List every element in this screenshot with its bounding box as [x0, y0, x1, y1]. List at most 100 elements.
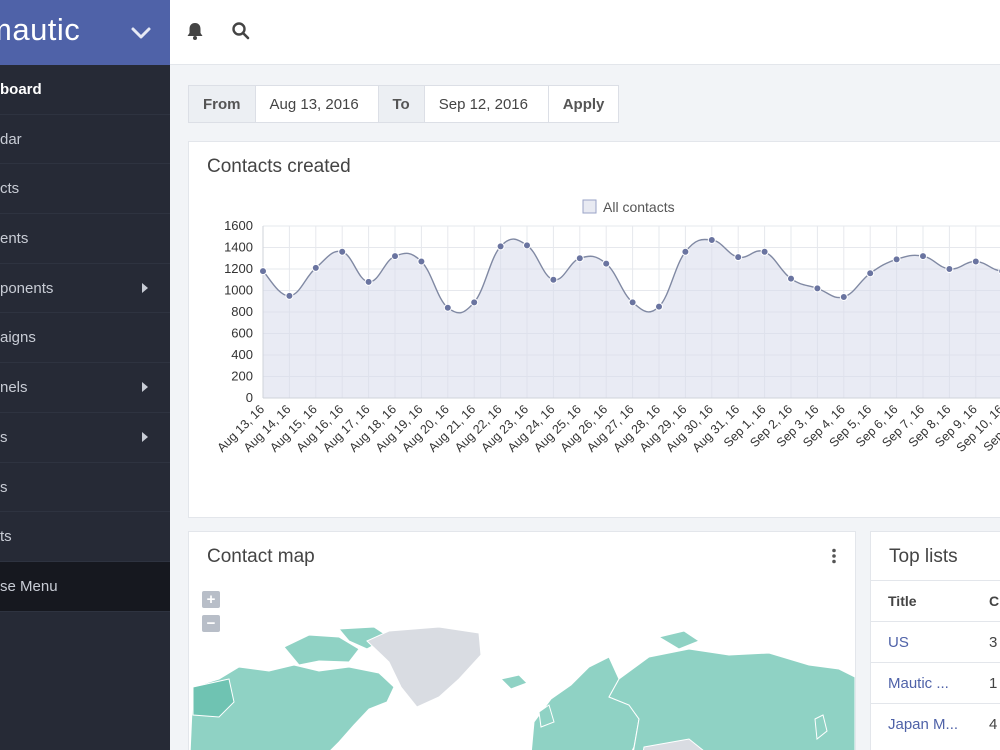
sidebar: mautic board dar cts ents ponents aigns nels s s… [0, 0, 170, 750]
y-tick-label: 0 [246, 390, 253, 405]
data-point [443, 303, 452, 312]
legend-label: All contacts [603, 199, 675, 215]
data-point [919, 252, 927, 261]
table-header-row: Title C [871, 580, 1000, 622]
data-point [602, 259, 611, 268]
top-lists-panel: Top lists Title C US 3 Mautic ... 1 Japa… [870, 531, 1000, 750]
data-point [628, 298, 637, 307]
chevron-right-icon [142, 382, 148, 393]
data-point [866, 269, 875, 278]
sidebar-item-label: s [0, 478, 8, 496]
sidebar-item-dashboard[interactable]: board [0, 65, 170, 115]
map-region-europe [530, 656, 640, 750]
y-tick-label: 200 [231, 369, 253, 384]
chevron-down-icon[interactable] [130, 22, 152, 44]
apply-button[interactable]: Apply [549, 86, 619, 122]
to-date-input[interactable]: Sep 12, 2016 [425, 86, 549, 122]
sidebar-item-points[interactable]: s [0, 413, 170, 463]
y-tick-label: 800 [231, 304, 253, 319]
data-point [417, 257, 426, 266]
brand-logo: mautic [0, 12, 81, 47]
table-row: US 3 [871, 621, 1000, 663]
column-header-count: C [981, 580, 1000, 622]
sidebar-item-label: ponents [0, 279, 54, 297]
list-title-link[interactable]: US [871, 621, 981, 663]
contacts-created-title: Contacts created [207, 156, 351, 177]
sidebar-item-label: aigns [0, 329, 36, 347]
sidebar-nav: board dar cts ents ponents aigns nels s s ts se Me… [0, 65, 170, 612]
sidebar-item-segments[interactable]: ents [0, 214, 170, 264]
sidebar-item-label: nels [0, 379, 28, 397]
y-tick-label: 1400 [224, 240, 253, 255]
collapse-menu-label: se Menu [0, 577, 58, 595]
data-point [364, 277, 373, 286]
data-point [760, 247, 769, 256]
table-row: Japan M... 4 [871, 703, 1000, 745]
collapse-menu-button[interactable]: se Menu [0, 561, 170, 612]
list-count: 4 [981, 703, 1000, 745]
data-point [971, 257, 980, 266]
map-zoom-in-button[interactable]: + [202, 591, 220, 608]
list-title-link[interactable]: Mautic ... [871, 662, 981, 704]
more-options-icon[interactable] [831, 548, 837, 564]
to-label: To [378, 86, 425, 122]
sidebar-item-reports[interactable]: ts [0, 512, 170, 562]
data-point [734, 253, 743, 262]
data-point [707, 235, 716, 244]
from-label: From [189, 86, 256, 122]
data-point [945, 265, 954, 273]
contacts-created-panel: Contacts created All contacts 0 200 400 600 8… [188, 141, 1000, 518]
world-map [189, 627, 855, 750]
data-point [839, 292, 848, 301]
series-area-all-contacts [263, 239, 1000, 398]
y-tick-label: 1000 [224, 283, 253, 298]
list-title-link[interactable]: Japan M... [871, 703, 981, 745]
sidebar-item-label: s [0, 428, 8, 446]
data-point [892, 255, 901, 264]
table-row: Mautic ... 1 [871, 662, 1000, 704]
sidebar-item-components[interactable]: ponents [0, 264, 170, 314]
sidebar-item-label: ts [0, 528, 12, 546]
contacts-created-chart: All contacts 0 200 400 600 800 1000 1200 1400 160… [214, 199, 1000, 455]
data-point [391, 252, 399, 261]
y-tick-label: 400 [231, 347, 253, 362]
legend-swatch [582, 199, 597, 214]
data-point [813, 284, 822, 293]
from-date-input[interactable]: Aug 13, 2016 [256, 86, 379, 122]
data-point [259, 267, 267, 276]
bell-icon[interactable] [184, 20, 206, 42]
data-point [470, 298, 479, 307]
map-region-russia-islands [657, 630, 701, 650]
column-header-title: Title [871, 580, 981, 622]
sidebar-item-campaigns[interactable]: aigns [0, 313, 170, 364]
contact-map-title: Contact map [207, 546, 315, 567]
sidebar-item-contacts[interactable]: cts [0, 164, 170, 215]
sidebar-item-label: cts [0, 180, 20, 198]
top-bar [170, 0, 1000, 65]
brand-header[interactable]: mautic [0, 0, 170, 65]
data-point [575, 254, 584, 263]
data-point [311, 263, 320, 272]
top-lists-table: Title C US 3 Mautic ... 1 Japan M... 4 [871, 580, 1000, 745]
search-icon[interactable] [230, 20, 252, 42]
data-point [496, 242, 505, 251]
data-point [549, 275, 558, 284]
sidebar-item-calendar[interactable]: dar [0, 115, 170, 165]
map-region-iceland [500, 674, 528, 690]
y-tick-label: 1200 [224, 261, 253, 276]
chevron-right-icon [142, 282, 148, 293]
sidebar-item-label: ents [0, 230, 29, 248]
sidebar-item-stages[interactable]: s [0, 463, 170, 513]
list-count: 3 [981, 621, 1000, 663]
date-range-filter: From Aug 13, 2016 To Sep 12, 2016 Apply [188, 85, 620, 123]
data-point [681, 247, 690, 256]
data-point [523, 241, 531, 250]
data-point [285, 291, 294, 300]
data-point [338, 247, 347, 256]
y-tick-label: 1600 [224, 218, 253, 233]
sidebar-item-label: board [0, 81, 42, 98]
chevron-right-icon [142, 431, 148, 442]
list-count: 1 [981, 662, 1000, 704]
data-point [655, 302, 663, 311]
sidebar-item-channels[interactable]: nels [0, 363, 170, 413]
